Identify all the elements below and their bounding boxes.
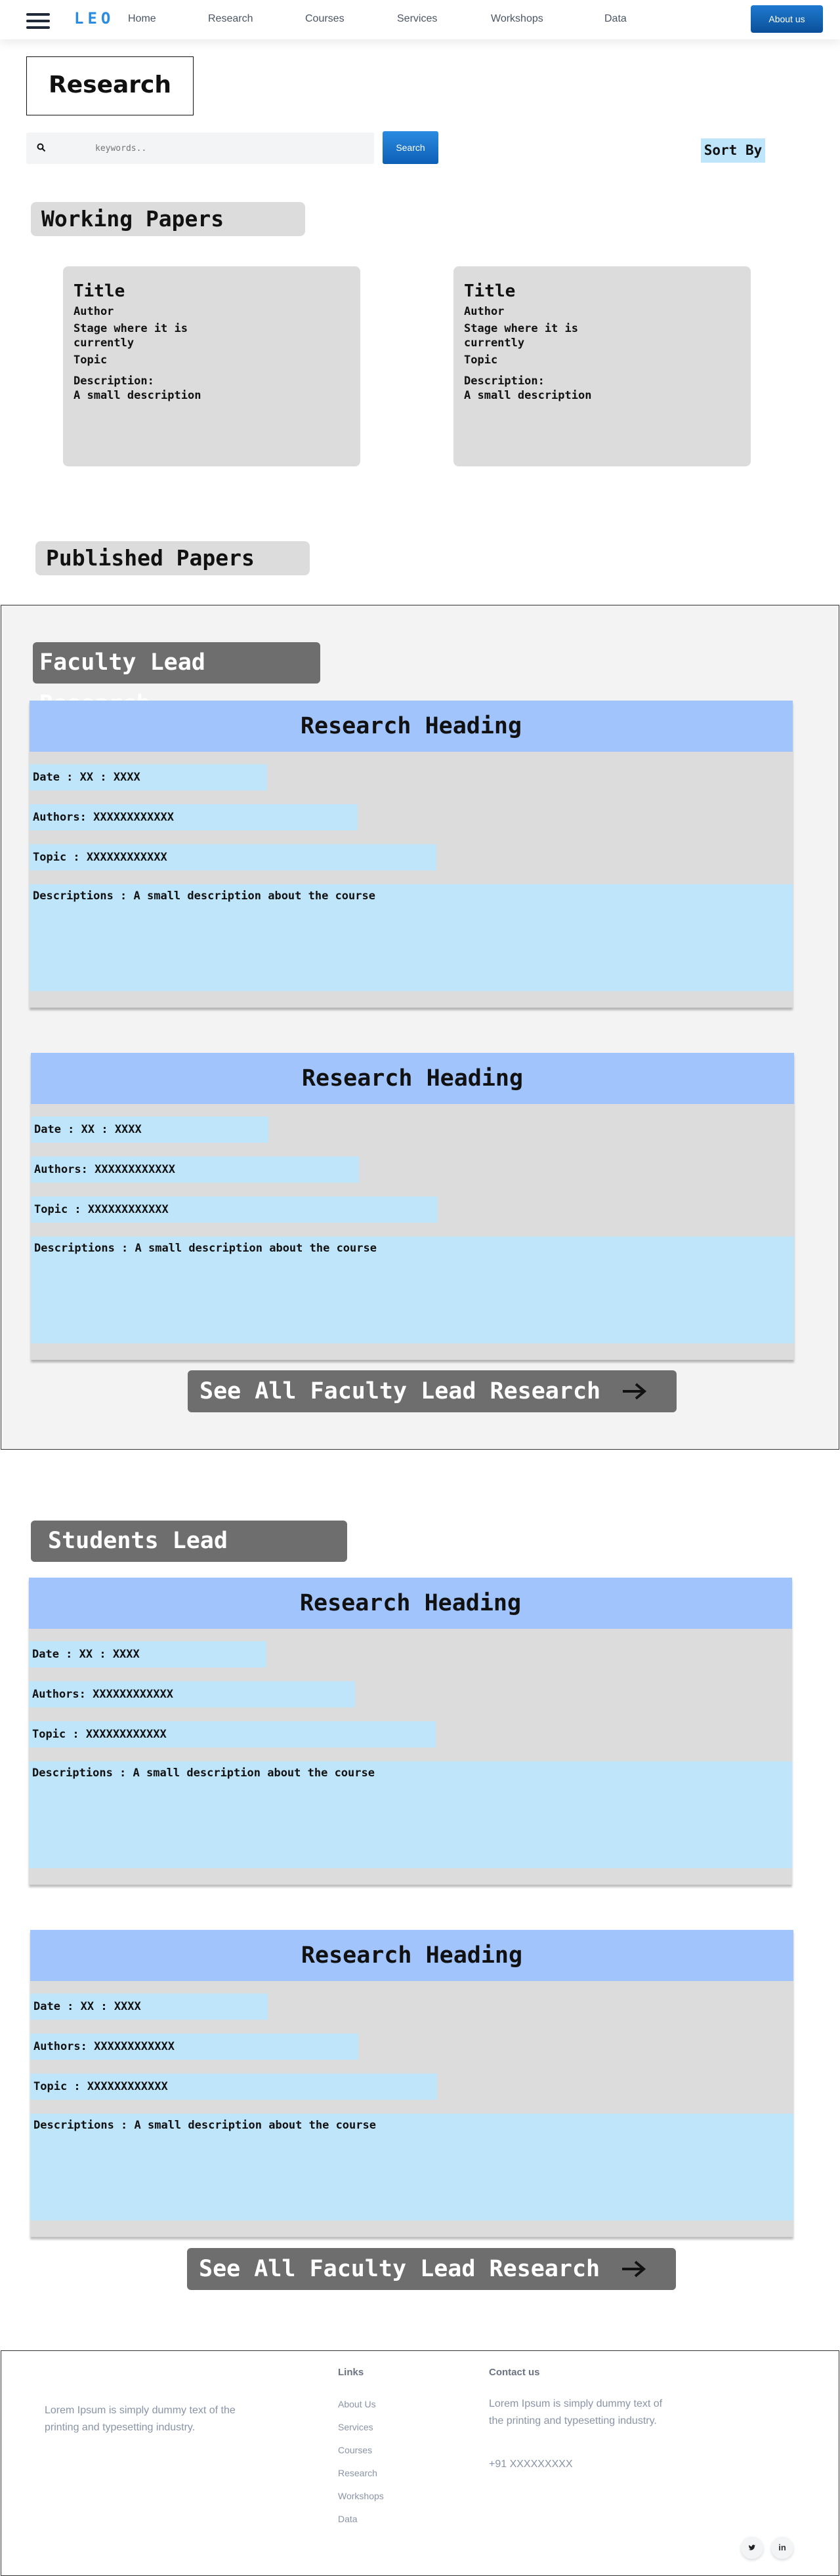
- see-all-students-button[interactable]: See All Faculty Lead Research: [187, 2248, 676, 2290]
- paper-author: Author: [464, 305, 505, 318]
- nav-link-courses[interactable]: Courses: [305, 13, 345, 25]
- research-date: Date : XX : XXXX: [31, 1116, 268, 1143]
- research-description: Descriptions : A small description about…: [30, 884, 793, 991]
- research-date: Date : XX : XXXX: [30, 1993, 268, 2020]
- research-authors: Authors: XXXXXXXXXXXX: [30, 2034, 358, 2060]
- see-all-label: See All Faculty Lead Research: [199, 2256, 600, 2282]
- top-navbar: LEO Home Research Courses Services Works…: [0, 0, 840, 39]
- paper-title: Title: [464, 281, 516, 301]
- research-topic: Topic : XXXXXXXXXXXX: [29, 1721, 436, 1748]
- footer-links-heading: Links: [338, 2367, 364, 2378]
- see-all-faculty-button[interactable]: See All Faculty Lead Research: [188, 1370, 677, 1412]
- paper-description-label: Description:: [74, 375, 154, 388]
- paper-stage: Stage where it is currently: [464, 322, 578, 350]
- published-papers-heading: Published Papers: [35, 541, 310, 575]
- research-heading: Research Heading: [29, 1578, 792, 1629]
- search-bar: [26, 133, 374, 164]
- footer-link-courses[interactable]: Courses: [338, 2445, 372, 2455]
- nav-link-workshops[interactable]: Workshops: [491, 13, 543, 25]
- linkedin-icon[interactable]: in: [771, 2537, 793, 2559]
- footer-link-workshops[interactable]: Workshops: [338, 2491, 384, 2501]
- twitter-icon[interactable]: [741, 2537, 763, 2559]
- footer-link-about[interactable]: About Us: [338, 2399, 376, 2409]
- research-card[interactable]: Research Heading Date : XX : XXXX Author…: [30, 1930, 793, 2237]
- search-input[interactable]: [95, 139, 358, 157]
- about-us-button[interactable]: About us: [751, 5, 823, 33]
- search-button[interactable]: Search: [383, 131, 438, 164]
- sort-by-button[interactable]: Sort By: [701, 138, 765, 163]
- research-card[interactable]: Research Heading Date : XX : XXXX Author…: [30, 701, 793, 1008]
- page-title: Research: [26, 56, 194, 115]
- footer-link-research[interactable]: Research: [338, 2468, 377, 2478]
- search-icon: [37, 143, 46, 152]
- research-topic: Topic : XXXXXXXXXXXX: [31, 1196, 438, 1223]
- paper-description: A small description: [74, 389, 201, 402]
- students-research-heading: Students Lead Research: [31, 1521, 347, 1595]
- footer-link-services[interactable]: Services: [338, 2422, 373, 2432]
- working-paper-card[interactable]: Title Author Stage where it is currently…: [63, 266, 360, 466]
- research-date: Date : XX : XXXX: [30, 764, 267, 790]
- research-description: Descriptions : A small description about…: [29, 1761, 792, 1868]
- research-card[interactable]: Research Heading Date : XX : XXXX Author…: [31, 1053, 794, 1360]
- paper-title: Title: [74, 281, 125, 301]
- research-heading: Research Heading: [30, 1930, 793, 1981]
- footer-phone: +91 XXXXXXXXX: [489, 2459, 573, 2470]
- footer-link-data[interactable]: Data: [338, 2514, 358, 2524]
- footer: Lorem Ipsum is simply dummy text of the …: [1, 2350, 839, 2576]
- see-all-label: See All Faculty Lead Research: [200, 1378, 601, 1404]
- footer-contact-heading: Contact us: [489, 2367, 540, 2378]
- arrow-right-icon: [623, 1383, 647, 1400]
- faculty-research-heading: Faculty Lead Research: [33, 642, 320, 717]
- research-description: Descriptions : A small description about…: [30, 2114, 793, 2220]
- paper-description-label: Description:: [464, 375, 545, 388]
- arrow-right-icon: [622, 2260, 646, 2278]
- nav-link-research[interactable]: Research: [208, 13, 253, 25]
- research-heading: Research Heading: [31, 1053, 794, 1104]
- research-authors: Authors: XXXXXXXXXXXX: [29, 1681, 355, 1707]
- footer-about-text: Lorem Ipsum is simply dummy text of the …: [45, 2405, 236, 2433]
- paper-author: Author: [74, 305, 114, 318]
- research-card[interactable]: Research Heading Date : XX : XXXX Author…: [29, 1578, 792, 1885]
- research-description: Descriptions : A small description about…: [31, 1237, 794, 1343]
- nav-link-data[interactable]: Data: [604, 13, 627, 25]
- research-authors: Authors: XXXXXXXXXXXX: [31, 1156, 359, 1183]
- nav-link-services[interactable]: Services: [397, 13, 437, 25]
- menu-icon[interactable]: [26, 13, 50, 29]
- nav-link-home[interactable]: Home: [128, 13, 156, 25]
- working-papers-heading: Working Papers: [31, 202, 305, 236]
- paper-topic: Topic: [464, 354, 498, 367]
- research-authors: Authors: XXXXXXXXXXXX: [30, 804, 358, 830]
- research-date: Date : XX : XXXX: [29, 1641, 266, 1667]
- paper-stage: Stage where it is currently: [74, 322, 188, 350]
- paper-description: A small description: [464, 389, 592, 402]
- footer-contact-text: Lorem Ipsum is simply dummy text of the …: [489, 2398, 663, 2426]
- working-paper-card[interactable]: Title Author Stage where it is currently…: [453, 266, 751, 466]
- paper-topic: Topic: [74, 354, 108, 367]
- logo[interactable]: LEO: [74, 9, 114, 28]
- research-topic: Topic : XXXXXXXXXXXX: [30, 2074, 437, 2100]
- research-heading: Research Heading: [30, 701, 793, 752]
- research-topic: Topic : XXXXXXXXXXXX: [30, 844, 436, 870]
